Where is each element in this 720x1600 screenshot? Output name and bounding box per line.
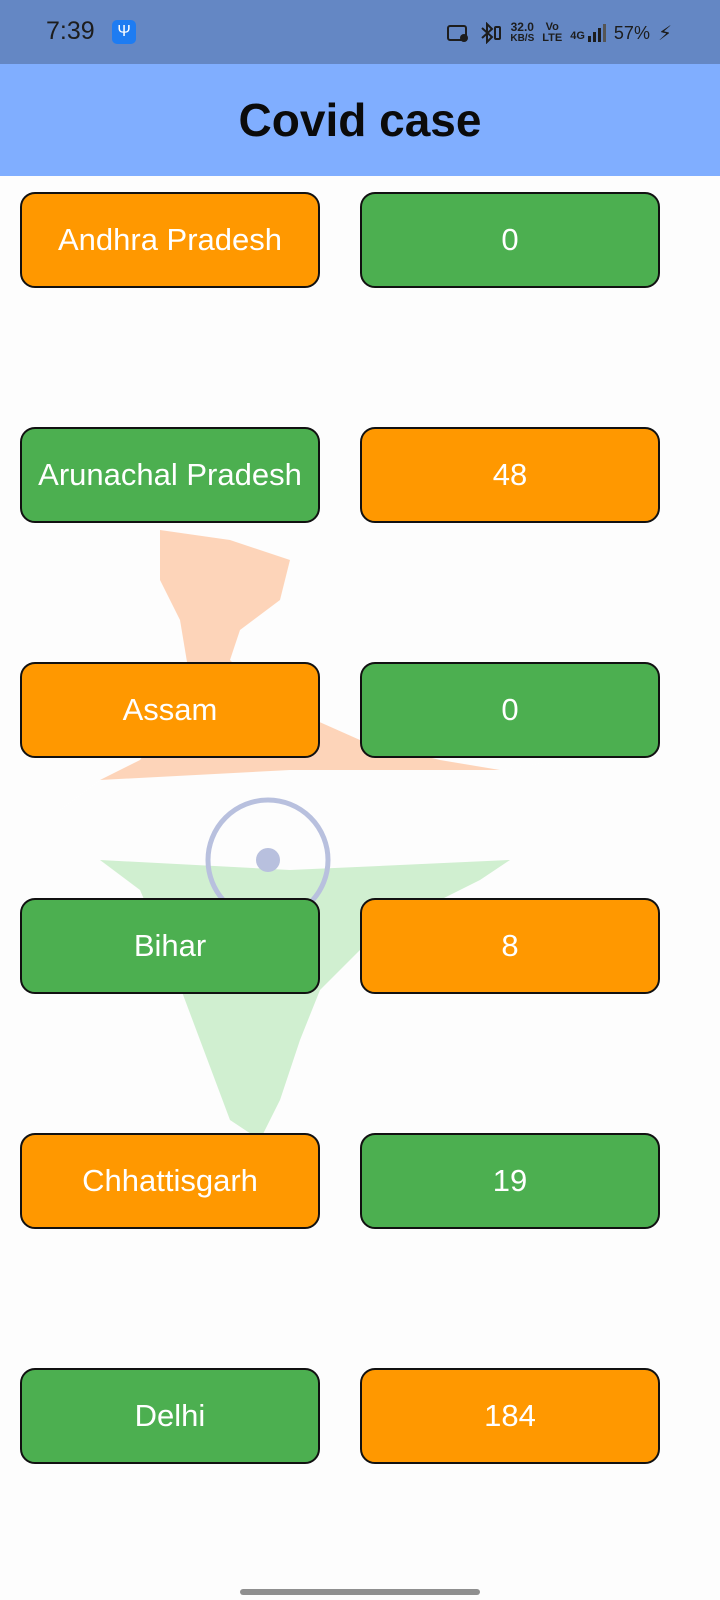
status-bar: 7:39 Ψ 32.0 KB/S Vo LTE 4G 57% ⚡ [0,0,720,64]
speed-unit: KB/S [510,33,535,44]
table-row: Bihar 8 [0,898,720,996]
state-name-cell[interactable]: Delhi [20,1368,320,1464]
status-time: 7:39 [46,17,95,45]
table-row: Assam 0 [0,662,720,760]
case-count-cell[interactable]: 0 [360,192,660,288]
case-count-cell[interactable]: 8 [360,898,660,994]
bluetooth-icon [481,22,502,44]
india-flag-map-background [50,530,580,1140]
gesture-nav-handle[interactable] [240,1589,480,1595]
speed-value: 32.0 [510,20,534,34]
signal-icon [587,24,606,42]
table-row: Delhi 184 [0,1368,720,1466]
case-count-cell[interactable]: 0 [360,662,660,758]
state-name-cell[interactable]: Bihar [20,898,320,994]
status-icons: 32.0 KB/S Vo LTE 4G 57% ⚡ [446,16,672,50]
network-speed: 32.0 KB/S [510,21,534,45]
state-name-cell[interactable]: Andhra Pradesh [20,192,320,288]
case-count-cell[interactable]: 184 [360,1368,660,1464]
table-row: Chhattisgarh 19 [0,1133,720,1231]
volte-icon: Vo LTE [542,22,562,44]
app-bar: Covid case [0,64,720,176]
usb-icon: Ψ [112,20,136,44]
screen-cast-icon [447,25,469,42]
state-name-cell[interactable]: Assam [20,662,320,758]
case-count-cell[interactable]: 19 [360,1133,660,1229]
table-row: Andhra Pradesh 0 [0,192,720,290]
page-title: Covid case [238,94,482,146]
table-row: Arunachal Pradesh 48 [0,427,720,525]
signal-group: 4G [570,24,606,42]
case-count-cell[interactable]: 48 [360,427,660,523]
state-name-cell[interactable]: Chhattisgarh [20,1133,320,1229]
battery-percent: 57% [613,22,650,43]
charging-icon: ⚡ [657,22,672,45]
network-type: 4G [570,30,585,42]
volte-bottom: LTE [542,32,563,44]
state-name-cell[interactable]: Arunachal Pradesh [20,427,320,523]
